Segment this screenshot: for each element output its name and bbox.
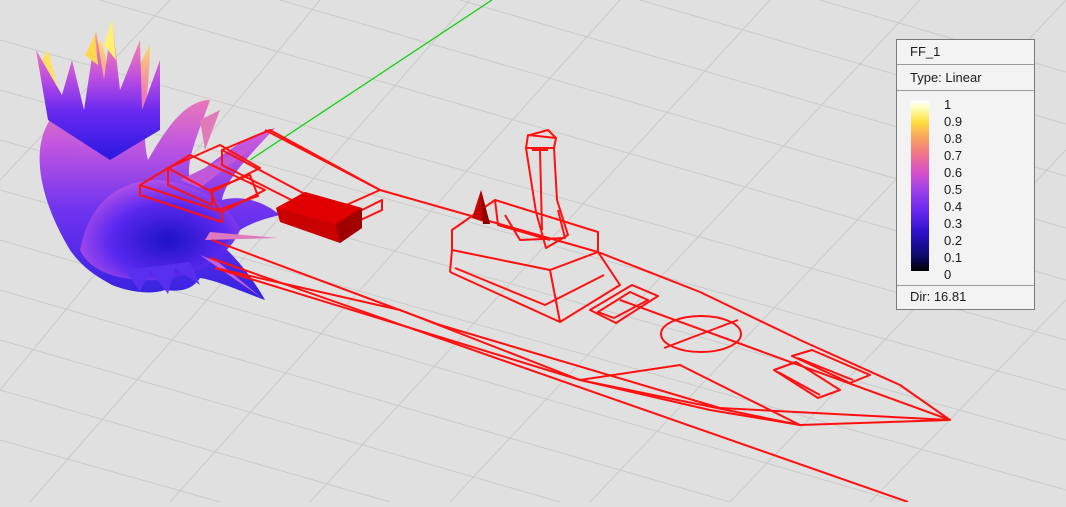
legend-name: FF_1 bbox=[897, 40, 1034, 65]
tick-label: 0.6 bbox=[944, 165, 963, 180]
colorbar bbox=[911, 101, 929, 271]
tick-label: 0.7 bbox=[944, 148, 963, 163]
legend-scale: 1 0.9 0.8 0.7 0.6 0.5 0.4 0.3 0.2 0.1 0 bbox=[897, 91, 1034, 286]
y-axis-line bbox=[249, 0, 493, 161]
tick-label: 0 bbox=[944, 267, 952, 282]
tick-label: 1 bbox=[944, 97, 952, 112]
tick-label: 0.3 bbox=[944, 216, 963, 231]
tick-label: 0.4 bbox=[944, 199, 963, 214]
legend-type: Type: Linear bbox=[897, 65, 1034, 91]
tick-label: 0.2 bbox=[944, 233, 963, 248]
tick-label: 0.5 bbox=[944, 182, 963, 197]
tick-label: 0.9 bbox=[944, 114, 963, 129]
color-legend: FF_1 Type: Linear 1 0.9 0.8 0.7 0.6 0.5 … bbox=[896, 39, 1035, 310]
tick-label: 0.8 bbox=[944, 131, 963, 146]
tick-label: 0.1 bbox=[944, 250, 963, 265]
legend-directivity: Dir: 16.81 bbox=[910, 289, 967, 304]
